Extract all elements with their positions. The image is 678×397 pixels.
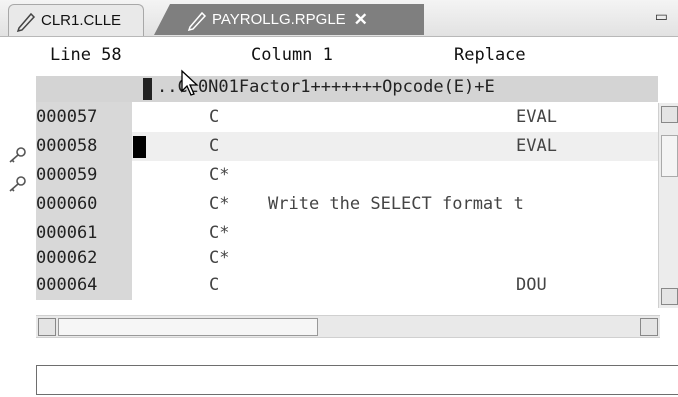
ruler-text: ..CL0N01Factor1+++++++Opcode(E)+E: [157, 77, 495, 97]
spec-type: C*: [209, 165, 230, 185]
editor-gutter: [0, 37, 36, 393]
opcode: EVAL: [516, 107, 557, 127]
command-line-input[interactable]: [36, 365, 678, 395]
scroll-right-button[interactable]: [640, 318, 658, 336]
mouse-pointer-icon: [181, 69, 199, 96]
sequence-number: 000060: [36, 190, 132, 219]
pencil-icon: [16, 12, 36, 32]
opcode: EVAL: [516, 136, 557, 156]
scroll-thumb[interactable]: [58, 318, 318, 336]
scroll-down-button[interactable]: [661, 288, 678, 305]
key-icon: [9, 147, 26, 163]
sequence-number: 000059: [36, 161, 132, 190]
comment-text: Write the SELECT format t: [268, 194, 524, 214]
spec-type: C: [209, 275, 220, 295]
spec-type: C: [209, 136, 220, 156]
pencil-icon: [187, 11, 207, 31]
close-icon[interactable]: ✕: [354, 10, 368, 30]
source-line-current[interactable]: 000058 C EVAL: [36, 132, 658, 161]
sequence-number: 000058: [36, 132, 132, 161]
tab-clr1-clle[interactable]: CLR1.CLLE: [8, 4, 144, 36]
scroll-thumb[interactable]: [661, 135, 678, 177]
line-indicator: Line 58: [50, 45, 122, 65]
source-editor[interactable]: Line 58 Column 1 Replace ..CL0N01Factor1…: [0, 37, 678, 397]
maximize-icon[interactable]: ▭: [655, 8, 668, 25]
source-line[interactable]: 000059 C*: [36, 161, 658, 190]
spec-type: C: [209, 107, 220, 127]
spec-type: C*: [209, 194, 230, 214]
opcode: DOU: [516, 275, 547, 295]
sequence-number: 000064: [36, 271, 132, 300]
source-line[interactable]: 000057 C EVAL: [36, 103, 658, 132]
text-cursor: [133, 136, 146, 158]
tab-payrollg-rpgle[interactable]: PAYROLLG.RPGLE ✕: [154, 4, 424, 35]
key-icon: [9, 176, 26, 192]
editor-tab-bar: CLR1.CLLE PAYROLLG.RPGLE ✕ ▭: [0, 0, 678, 37]
scroll-left-button[interactable]: [38, 318, 56, 336]
column-indicator: Column 1: [251, 45, 333, 65]
mode-indicator: Replace: [454, 45, 526, 65]
source-line[interactable]: 000064 C DOU: [36, 271, 658, 300]
tab-label: PAYROLLG.RPGLE: [212, 11, 346, 28]
spec-type: C*: [209, 248, 230, 268]
tab-label: CLR1.CLLE: [41, 12, 122, 29]
scroll-up-button[interactable]: [661, 106, 678, 123]
source-line[interactable]: 000062 C*: [36, 244, 658, 273]
sequence-number: 000057: [36, 103, 132, 132]
vertical-scrollbar[interactable]: [658, 103, 678, 308]
horizontal-scrollbar[interactable]: [36, 315, 660, 338]
sequence-number: 000062: [36, 244, 132, 273]
ruler-position-marker: [143, 78, 152, 100]
source-line[interactable]: 000060 C* Write the SELECT format t: [36, 190, 658, 219]
